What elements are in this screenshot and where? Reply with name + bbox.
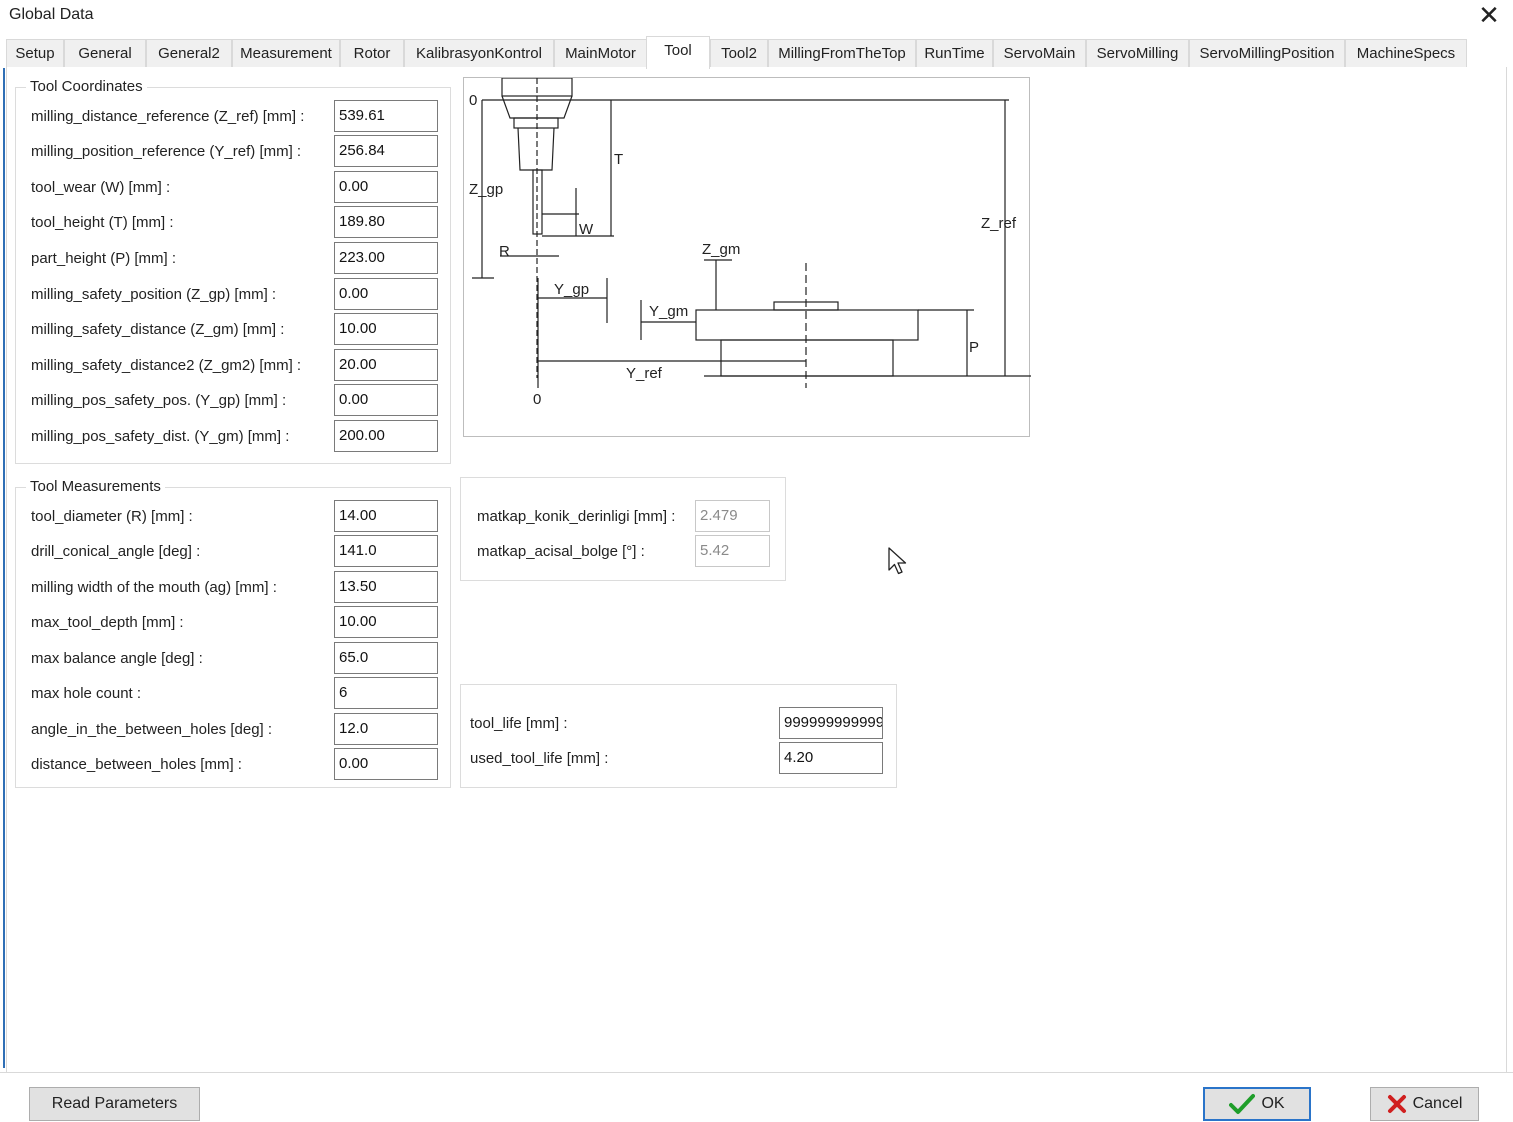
- field-label-milling-width: milling width of the mouth (ag) [mm] :: [31, 579, 277, 596]
- close-icon[interactable]: ✕: [1474, 2, 1504, 30]
- dialog-button-bar: Read Parameters OK Cancel: [0, 1072, 1513, 1122]
- tool-collet: [517, 127, 555, 171]
- field-label-tool-life: tool_life [mm] :: [470, 715, 568, 732]
- part-height-input[interactable]: 223.00: [334, 242, 438, 274]
- field-label-angle-between-holes: angle_in_the_between_holes [deg] :: [31, 721, 273, 738]
- matkap-acisal-input: 5.42: [695, 535, 770, 567]
- window-title: Global Data: [9, 6, 94, 23]
- tab-millingfromthetop[interactable]: MillingFromTheTop: [768, 39, 916, 68]
- matkap-konik-input: 2.479: [695, 500, 770, 532]
- label-p: P: [969, 339, 979, 356]
- label-z-gm: Z_gm: [702, 241, 740, 258]
- tab-tool[interactable]: Tool: [646, 36, 710, 69]
- y-gp-input[interactable]: 0.00: [334, 384, 438, 416]
- milling-width-input[interactable]: 13.50: [334, 571, 438, 603]
- workpiece-base: [720, 339, 894, 377]
- tool-coordinates-title: Tool Coordinates: [26, 78, 147, 95]
- field-label-z-ref: milling_distance_reference (Z_ref) [mm] …: [31, 108, 305, 125]
- field-label-drill-conical-angle: drill_conical_angle [deg] :: [31, 543, 201, 560]
- tool-geometry-diagram: 0 Z_gp T W R Z_gm Y_gp Y_gm Z_ref P Y_re…: [463, 77, 1031, 437]
- z-ref-input[interactable]: 539.61: [334, 100, 438, 132]
- cancel-label: Cancel: [1412, 1095, 1463, 1112]
- field-label-tool-diameter: tool_diameter (R) [mm] :: [31, 508, 193, 525]
- tool-wear-input[interactable]: 0.00: [334, 171, 438, 203]
- label-zero-top: 0: [469, 92, 477, 109]
- field-label-y-gm: milling_pos_safety_dist. (Y_gm) [mm] :: [31, 428, 290, 445]
- tab-servomilling[interactable]: ServoMilling: [1086, 39, 1189, 68]
- field-label-max-balance-angle: max balance angle [deg] :: [31, 650, 203, 667]
- label-y-ref: Y_ref: [626, 365, 663, 382]
- tool-height-input[interactable]: 189.80: [334, 206, 438, 238]
- y-ref-input[interactable]: 256.84: [334, 135, 438, 167]
- mouse-pointer-icon: [888, 547, 907, 575]
- tab-kalibrasyonkontrol[interactable]: KalibrasyonKontrol: [404, 39, 554, 68]
- field-label-tool-wear: tool_wear (W) [mm] :: [31, 179, 171, 196]
- label-r: R: [499, 243, 510, 260]
- drill-conical-angle-input[interactable]: 141.0: [334, 535, 438, 567]
- ok-button[interactable]: OK: [1203, 1087, 1311, 1121]
- angle-between-holes-input[interactable]: 12.0: [334, 713, 438, 745]
- z-gm-input[interactable]: 10.00: [334, 313, 438, 345]
- z-gm2-input[interactable]: 20.00: [334, 349, 438, 381]
- tool-diameter-input[interactable]: 14.00: [334, 500, 438, 532]
- tab-mainmotor[interactable]: MainMotor: [554, 39, 647, 68]
- tab-general[interactable]: General: [64, 39, 146, 68]
- field-label-part-height: part_height (P) [mm] :: [31, 250, 177, 267]
- tab-general2[interactable]: General2: [146, 39, 232, 68]
- z-gp-input[interactable]: 0.00: [334, 278, 438, 310]
- field-label-z-gp: milling_safety_position (Z_gp) [mm] :: [31, 286, 277, 303]
- label-w: W: [579, 221, 594, 238]
- tab-servomillingposition[interactable]: ServoMillingPosition: [1189, 39, 1345, 68]
- max-hole-count-input[interactable]: 6: [334, 677, 438, 709]
- used-tool-life-input[interactable]: 4.20: [779, 742, 883, 774]
- tab-runtime[interactable]: RunTime: [916, 39, 993, 68]
- ok-label: OK: [1261, 1095, 1285, 1112]
- tool-measurements-title: Tool Measurements: [26, 478, 165, 495]
- tab-bar: Setup General General2 Measurement Rotor…: [6, 36, 1506, 69]
- field-label-y-gp: milling_pos_safety_pos. (Y_gp) [mm] :: [31, 392, 287, 409]
- field-label-matkap-konik: matkap_konik_derinligi [mm] :: [477, 508, 676, 525]
- field-label-y-ref: milling_position_reference (Y_ref) [mm] …: [31, 143, 302, 160]
- tool-holder: [513, 117, 559, 129]
- tab-machinespecs[interactable]: MachineSpecs: [1345, 39, 1467, 68]
- y-gm-input[interactable]: 200.00: [334, 420, 438, 452]
- field-label-max-hole-count: max hole count :: [31, 685, 142, 702]
- field-label-z-gm2: milling_safety_distance2 (Z_gm2) [mm] :: [31, 357, 302, 374]
- label-t: T: [614, 151, 623, 168]
- focus-edge: [3, 68, 5, 1068]
- title-bar: Global Data ✕: [0, 0, 1513, 32]
- field-label-tool-height: tool_height (T) [mm] :: [31, 214, 174, 231]
- max-balance-angle-input[interactable]: 65.0: [334, 642, 438, 674]
- diagram-svg: 0 Z_gp T W R Z_gm Y_gp Y_gm Z_ref P Y_re…: [469, 78, 1031, 408]
- label-z-ref: Z_ref: [981, 215, 1017, 232]
- cross-icon: [1387, 1095, 1406, 1113]
- field-label-max-tool-depth: max_tool_depth [mm] :: [31, 614, 184, 631]
- label-z-gp: Z_gp: [469, 181, 503, 198]
- field-label-used-tool-life: used_tool_life [mm] :: [470, 750, 609, 767]
- tab-measurement[interactable]: Measurement: [232, 39, 340, 68]
- tab-tool2[interactable]: Tool2: [710, 39, 768, 68]
- label-zero-bottom: 0: [533, 391, 541, 408]
- label-y-gp: Y_gp: [554, 281, 589, 298]
- label-y-gm: Y_gm: [649, 303, 688, 320]
- field-label-z-gm: milling_safety_distance (Z_gm) [mm] :: [31, 321, 285, 338]
- checkmark-icon: [1229, 1094, 1256, 1114]
- read-parameters-button[interactable]: Read Parameters: [29, 1087, 200, 1121]
- tab-setup[interactable]: Setup: [6, 39, 64, 68]
- field-label-matkap-acisal: matkap_acisal_bolge [°] :: [477, 543, 645, 560]
- field-label-distance-between-holes: distance_between_holes [mm] :: [31, 756, 242, 773]
- tab-rotor[interactable]: Rotor: [340, 39, 404, 68]
- tab-servomain[interactable]: ServoMain: [993, 39, 1086, 68]
- tool-life-input[interactable]: 9999999999999: [779, 707, 883, 739]
- cancel-button[interactable]: Cancel: [1370, 1087, 1479, 1121]
- max-tool-depth-input[interactable]: 10.00: [334, 606, 438, 638]
- distance-between-holes-input[interactable]: 0.00: [334, 748, 438, 780]
- workpiece-top: [695, 309, 919, 341]
